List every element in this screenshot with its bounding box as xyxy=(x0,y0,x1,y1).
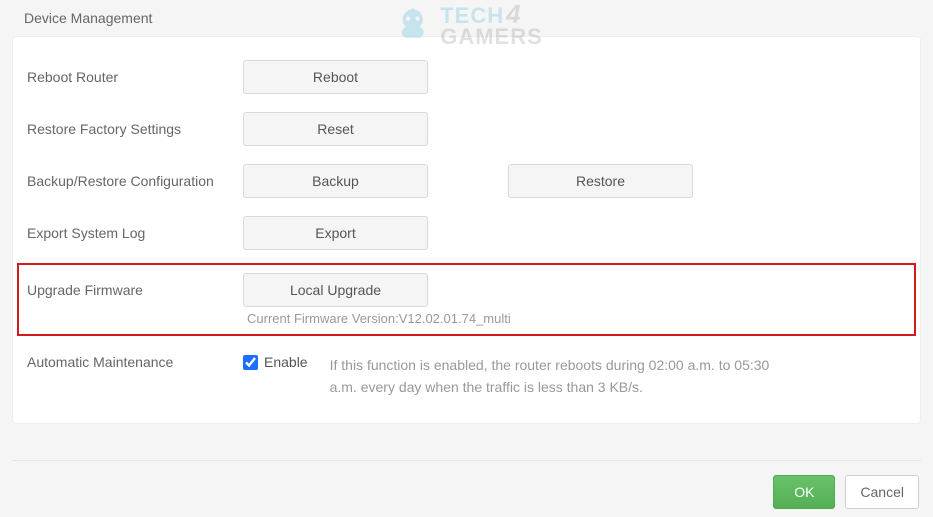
reset-label: Restore Factory Settings xyxy=(23,121,243,137)
enable-maintenance-checkbox[interactable] xyxy=(243,355,258,370)
export-label: Export System Log xyxy=(23,225,243,241)
reboot-button[interactable]: Reboot xyxy=(243,60,428,94)
cancel-button[interactable]: Cancel xyxy=(845,475,919,509)
device-management-panel: Reboot Router Reboot Restore Factory Set… xyxy=(12,36,921,424)
reboot-label: Reboot Router xyxy=(23,69,243,85)
upgrade-label: Upgrade Firmware xyxy=(23,282,243,298)
section-title: Device Management xyxy=(12,0,921,36)
export-button[interactable]: Export xyxy=(243,216,428,250)
backup-button[interactable]: Backup xyxy=(243,164,428,198)
reset-button[interactable]: Reset xyxy=(243,112,428,146)
footer-actions: OK Cancel xyxy=(773,475,919,509)
maintenance-row: Automatic Maintenance Enable If this fun… xyxy=(23,340,910,399)
export-row: Export System Log Export xyxy=(23,207,910,259)
local-upgrade-button[interactable]: Local Upgrade xyxy=(243,273,428,307)
footer-divider xyxy=(12,460,921,461)
reboot-row: Reboot Router Reboot xyxy=(23,51,910,103)
upgrade-row: Upgrade Firmware Local Upgrade xyxy=(23,269,910,307)
enable-maintenance-label: Enable xyxy=(264,354,308,370)
maintenance-label: Automatic Maintenance xyxy=(23,354,243,370)
reset-row: Restore Factory Settings Reset xyxy=(23,103,910,155)
upgrade-highlight-box: Upgrade Firmware Local Upgrade Current F… xyxy=(17,263,916,336)
ok-button[interactable]: OK xyxy=(773,475,835,509)
restore-button[interactable]: Restore xyxy=(508,164,693,198)
backup-row: Backup/Restore Configuration Backup Rest… xyxy=(23,155,910,207)
firmware-version-text: Current Firmware Version:V12.02.01.74_mu… xyxy=(247,311,910,326)
backup-label: Backup/Restore Configuration xyxy=(23,173,243,189)
maintenance-description: If this function is enabled, the router … xyxy=(330,354,800,399)
